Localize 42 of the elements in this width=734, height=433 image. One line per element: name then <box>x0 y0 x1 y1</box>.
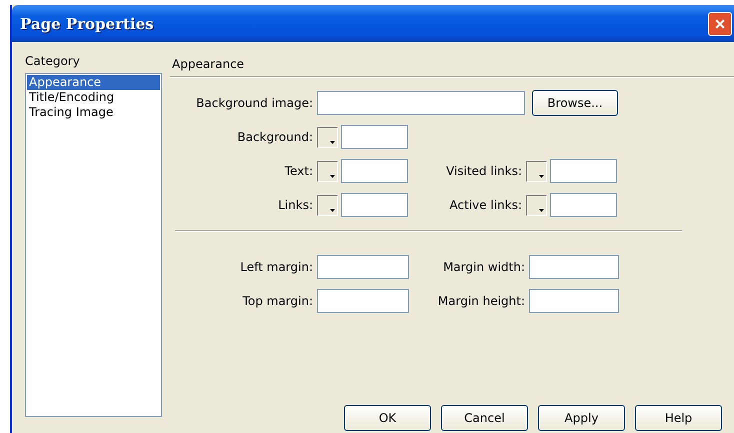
field-label: Margin width: <box>443 260 525 274</box>
category-item[interactable]: Appearance <box>27 75 160 90</box>
field-label: Background image: <box>196 96 313 110</box>
background-image-field[interactable] <box>317 91 525 115</box>
color-picker[interactable] <box>526 194 547 216</box>
dialog-button[interactable]: OK <box>344 405 431 431</box>
panel-title: Appearance <box>172 57 246 71</box>
margin-field[interactable] <box>529 255 619 279</box>
color-field[interactable] <box>341 159 408 183</box>
category-label: Category <box>25 54 81 68</box>
field-label: Links: <box>278 198 313 212</box>
color-picker[interactable] <box>317 160 338 182</box>
color-field[interactable] <box>550 159 617 183</box>
category-item[interactable]: Tracing Image <box>27 105 160 120</box>
field-label: Active links: <box>450 198 522 212</box>
caret-icon <box>330 208 335 212</box>
caret-icon <box>539 208 544 212</box>
field-label: Top margin: <box>242 294 313 308</box>
field-label: Visited links: <box>446 164 522 178</box>
color-picker[interactable] <box>317 126 338 148</box>
margin-field[interactable] <box>529 289 619 313</box>
color-picker[interactable] <box>526 160 547 182</box>
dialog-button[interactable]: Help <box>635 405 722 431</box>
color-field[interactable] <box>550 193 617 217</box>
field-label: Background: <box>237 130 313 144</box>
margin-field[interactable] <box>317 289 409 313</box>
window-title: Page Properties <box>20 14 154 32</box>
close-button[interactable]: × <box>708 12 732 36</box>
category-item[interactable]: Title/Encoding <box>27 90 160 105</box>
dialog-button[interactable]: Cancel <box>441 405 528 431</box>
caret-icon <box>330 140 335 144</box>
caret-icon <box>539 174 544 178</box>
color-field[interactable] <box>341 193 408 217</box>
field-label: Left margin: <box>240 260 313 274</box>
color-picker[interactable] <box>317 194 338 216</box>
color-field[interactable] <box>341 125 408 149</box>
field-label: Text: <box>284 164 313 178</box>
caret-icon <box>330 174 335 178</box>
dialog-button[interactable]: Apply <box>538 405 625 431</box>
margin-field[interactable] <box>317 255 409 279</box>
browse-button[interactable]: Browse... <box>532 90 618 116</box>
field-label: Margin height: <box>438 294 525 308</box>
